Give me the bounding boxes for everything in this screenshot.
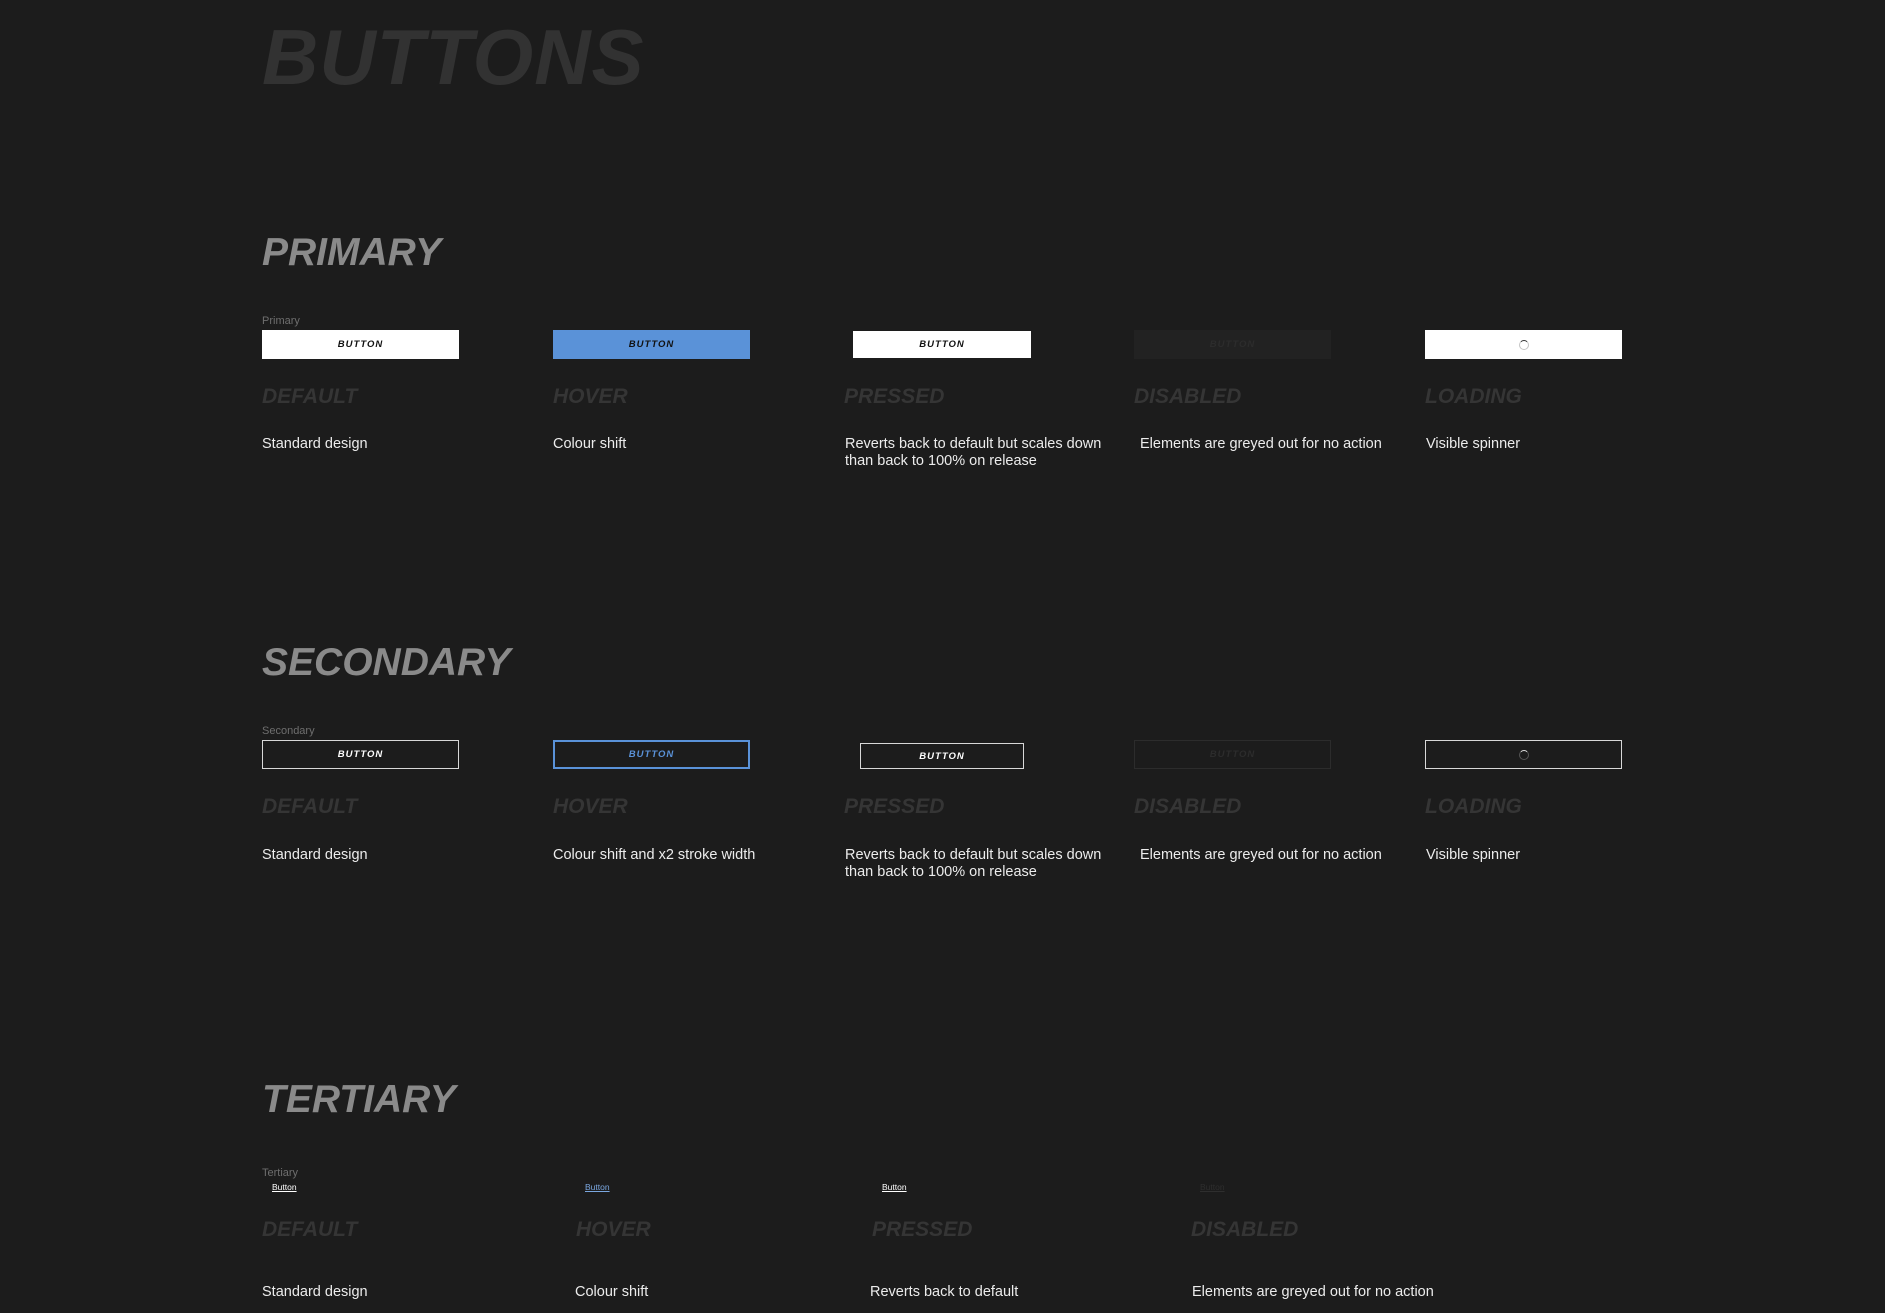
tertiary-desc-hover: Colour shift [575, 1284, 649, 1300]
tertiary-desc-default: Standard design [262, 1284, 368, 1300]
loading-spinner-icon [1518, 749, 1529, 760]
tertiary-state-default: DEFAULT [262, 1218, 358, 1241]
loading-spinner-icon [1518, 339, 1529, 350]
tertiary-link-pressed[interactable]: Button [882, 1182, 907, 1192]
secondary-desc-loading: Visible spinner [1426, 847, 1521, 863]
primary-state-pressed: PRESSED [844, 385, 945, 408]
tertiary-desc-pressed: Reverts back to default [870, 1284, 1019, 1300]
secondary-state-disabled: DISABLED [1134, 795, 1242, 818]
tertiary-state-disabled: DISABLED [1191, 1218, 1299, 1241]
primary-desc-hover: Colour shift [553, 436, 627, 452]
secondary-component-label: Secondary [262, 725, 315, 737]
tertiary-link-disabled: Button [1200, 1182, 1225, 1192]
primary-state-default: DEFAULT [262, 385, 358, 408]
primary-button-disabled: BUTTON [1134, 330, 1331, 359]
primary-desc-loading: Visible spinner [1426, 436, 1521, 452]
secondary-state-pressed: PRESSED [844, 795, 945, 818]
primary-button-hover[interactable]: BUTTON [553, 330, 750, 359]
secondary-section-title: SECONDARY [262, 641, 511, 684]
secondary-state-default: DEFAULT [262, 795, 358, 818]
tertiary-component-label: Tertiary [262, 1167, 299, 1179]
primary-component-label: Primary [262, 315, 300, 327]
tertiary-state-hover: HOVER [576, 1218, 651, 1241]
tertiary-desc-disabled: Elements are greyed out for no action [1192, 1284, 1434, 1300]
tertiary-state-pressed: PRESSED [872, 1218, 973, 1241]
secondary-button-disabled: BUTTON [1134, 740, 1331, 769]
primary-desc-default: Standard design [262, 436, 368, 452]
secondary-state-hover: HOVER [553, 795, 628, 818]
secondary-button-loading[interactable] [1425, 740, 1622, 769]
secondary-desc-hover: Colour shift and x2 stroke width [553, 847, 756, 863]
page-title: BUTTONS [262, 13, 645, 101]
secondary-button-pressed[interactable]: BUTTON [860, 743, 1024, 769]
secondary-desc-disabled: Elements are greyed out for no action [1140, 847, 1382, 863]
tertiary-link-hover[interactable]: Button [585, 1182, 610, 1192]
primary-state-disabled: DISABLED [1134, 385, 1242, 408]
primary-state-hover: HOVER [553, 385, 628, 408]
tertiary-link-default[interactable]: Button [272, 1182, 297, 1192]
secondary-state-loading: LOADING [1425, 795, 1522, 818]
primary-desc-pressed: Reverts back to default but scales down … [845, 436, 1102, 469]
primary-button-default[interactable]: BUTTON [262, 330, 459, 359]
primary-button-loading[interactable] [1425, 330, 1622, 359]
primary-desc-disabled: Elements are greyed out for no action [1140, 436, 1382, 452]
secondary-desc-default: Standard design [262, 847, 368, 863]
primary-button-pressed[interactable]: BUTTON [853, 331, 1031, 358]
secondary-desc-pressed: Reverts back to default but scales down … [845, 847, 1102, 880]
secondary-button-hover[interactable]: BUTTON [553, 740, 750, 769]
secondary-button-default[interactable]: BUTTON [262, 740, 459, 769]
tertiary-section-title: TERTIARY [262, 1078, 456, 1121]
primary-section-title: PRIMARY [262, 231, 442, 274]
primary-state-loading: LOADING [1425, 385, 1522, 408]
